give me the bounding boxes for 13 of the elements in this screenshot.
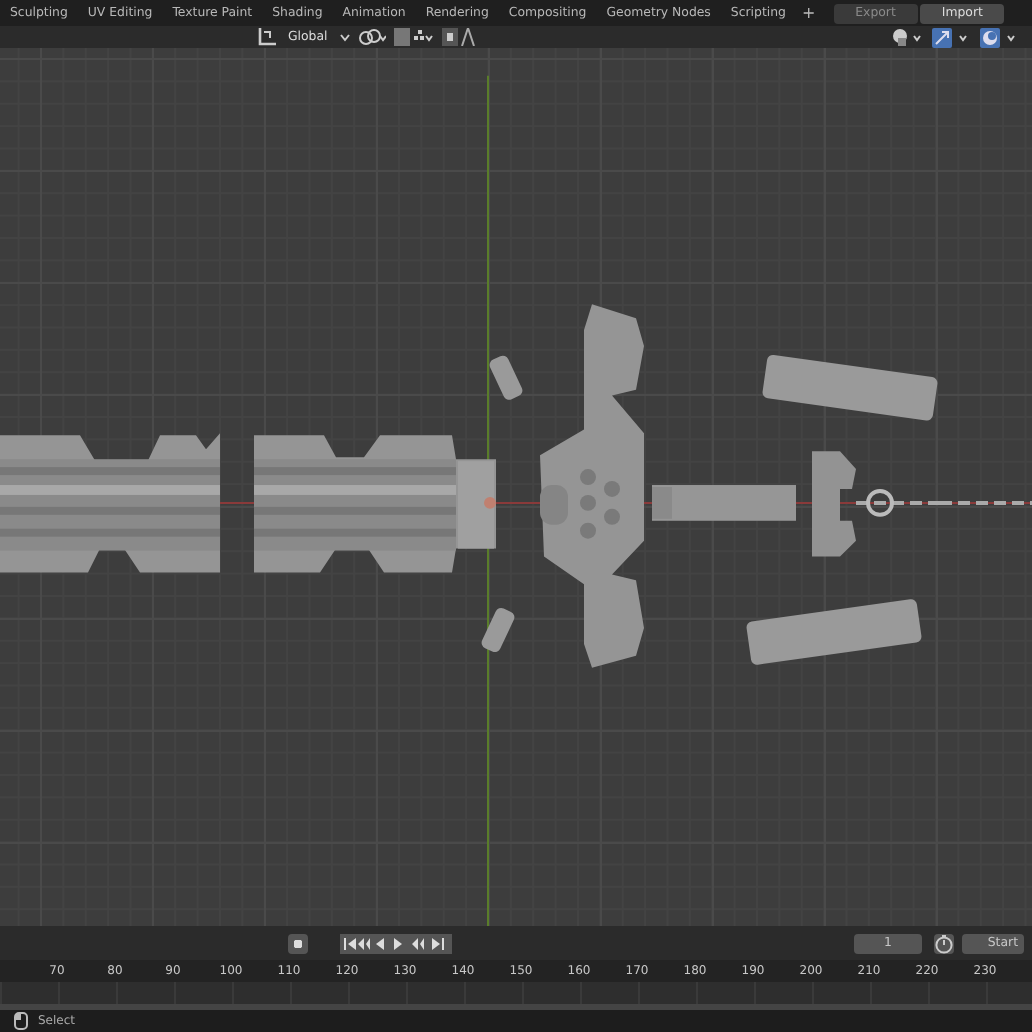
playback-controls-icon[interactable] bbox=[340, 933, 452, 953]
snap-icon[interactable] bbox=[393, 28, 434, 46]
link-icon[interactable] bbox=[357, 28, 386, 46]
proportional-icon[interactable] bbox=[441, 28, 478, 46]
axes-icon bbox=[258, 28, 276, 46]
record-button[interactable] bbox=[288, 933, 308, 953]
caret-icon[interactable] bbox=[339, 33, 350, 41]
mouse-icon bbox=[14, 1012, 28, 1030]
visibility-icon[interactable] bbox=[892, 27, 924, 47]
add-workspace-button[interactable]: + bbox=[795, 0, 822, 26]
stopwatch-icon[interactable] bbox=[934, 933, 954, 953]
overlay-icon[interactable] bbox=[980, 27, 1020, 47]
gizmo-icon[interactable] bbox=[932, 27, 972, 47]
